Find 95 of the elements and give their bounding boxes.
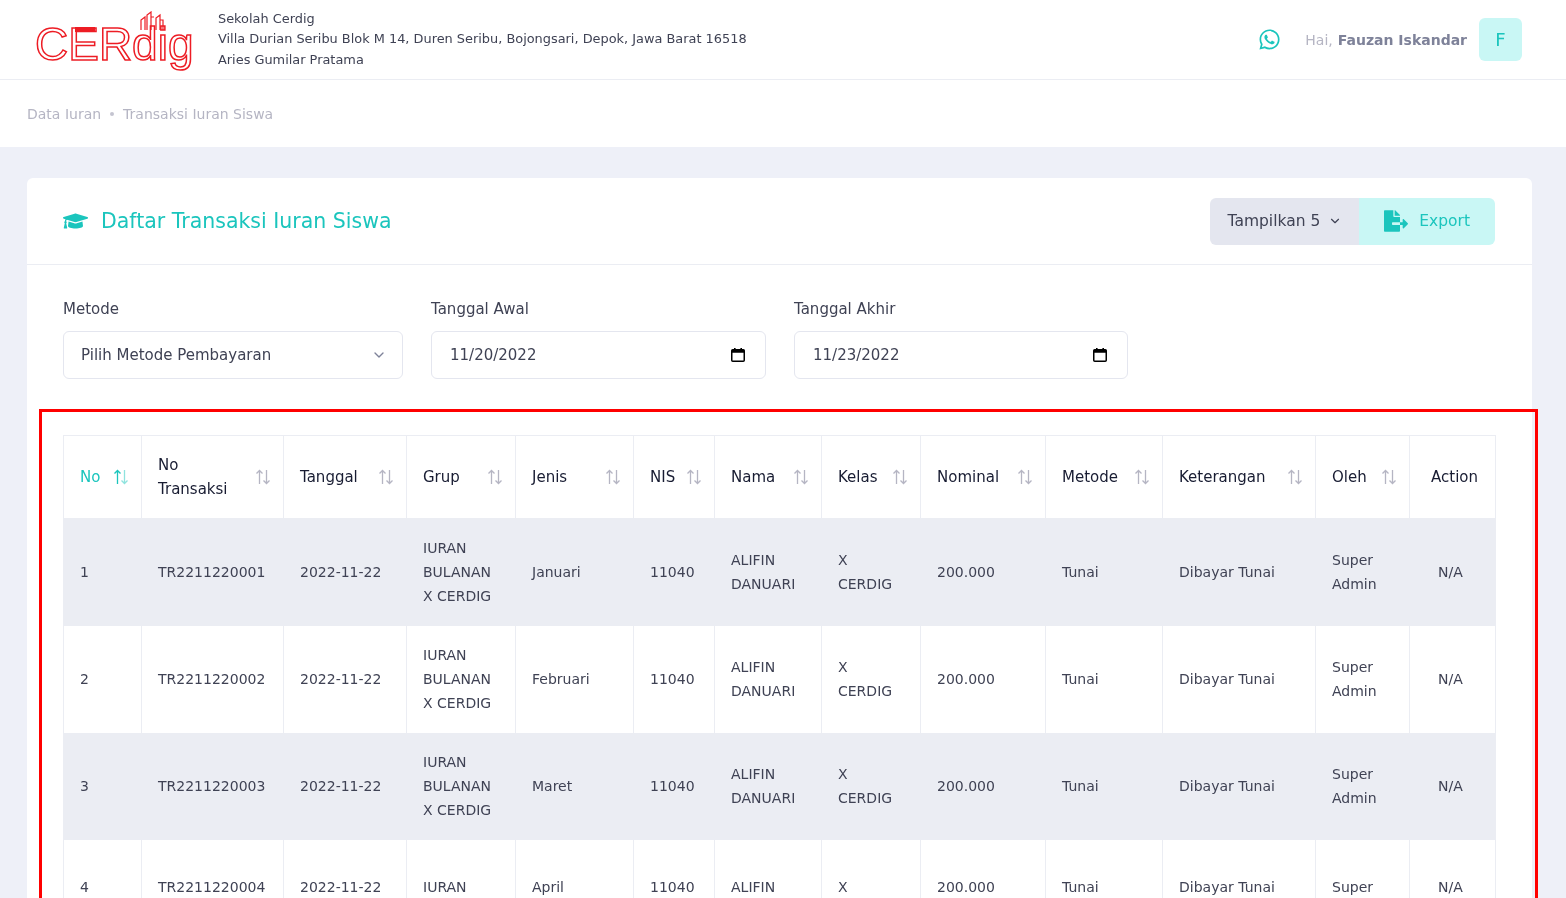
column-header[interactable]: NIS — [650, 465, 676, 489]
table-cell: N/A — [1409, 518, 1496, 626]
column-header[interactable]: Tanggal — [300, 465, 358, 489]
table-cell: 11040 — [633, 625, 715, 733]
page-size-button[interactable]: Tampilkan 5 — [1210, 197, 1360, 245]
column-header: Action — [1431, 467, 1478, 488]
column-header[interactable]: Metode — [1062, 465, 1118, 489]
table-cell: 2 — [63, 625, 142, 733]
sort-icon[interactable] — [1287, 469, 1303, 485]
column-header[interactable]: Nama — [731, 465, 776, 489]
calendar-icon[interactable] — [731, 348, 745, 362]
school-name: Sekolah Cerdig — [218, 9, 316, 28]
sort-icon[interactable] — [1017, 469, 1033, 485]
table-cell: 2022-11-22 — [283, 732, 407, 840]
table-cell: Tunai — [1045, 839, 1163, 898]
column-header[interactable]: Oleh — [1332, 465, 1367, 489]
table-cell: 200.000 — [920, 518, 1046, 626]
table-cell: Dibayar Tunai — [1162, 625, 1316, 733]
field-label: Metode — [63, 299, 120, 320]
table-cell: N/A — [1409, 839, 1496, 898]
table-cell: April — [515, 839, 634, 898]
table-cell: Super — [1315, 839, 1410, 898]
table-cell: 4 — [63, 839, 142, 898]
table-cell: Tunai — [1045, 625, 1163, 733]
sort-icon[interactable] — [487, 469, 503, 485]
sort-icon[interactable] — [378, 469, 394, 485]
table-cell: 1 — [63, 518, 142, 626]
table-cell: TR2211220004 — [141, 839, 284, 898]
column-header[interactable]: Grup — [423, 465, 460, 489]
sort-icon[interactable] — [255, 469, 271, 485]
sort-icon[interactable] — [113, 469, 129, 485]
table-cell: Dibayar Tunai — [1162, 732, 1316, 840]
sort-icon[interactable] — [793, 469, 809, 485]
table-cell: Tunai — [1045, 732, 1163, 840]
table-cell: 11040 — [633, 839, 715, 898]
sort-icon[interactable] — [686, 469, 702, 485]
table-cell: Dibayar Tunai — [1162, 518, 1316, 626]
chat-phone-icon[interactable] — [1258, 28, 1282, 51]
date-field[interactable]: 11/23/2022 — [794, 331, 1128, 379]
table-cell: IURAN — [406, 839, 516, 898]
table-cell: Februari — [515, 625, 634, 733]
table-cell: 11040 — [633, 518, 715, 626]
card-title: Daftar Transaksi Iuran Siswa — [101, 209, 392, 233]
column-header[interactable]: Kelas — [838, 465, 878, 489]
table-cell: X CERDIG — [821, 518, 921, 626]
table-cell: Januari — [515, 518, 634, 626]
column-header[interactable]: Jenis — [532, 465, 568, 489]
table-cell: ALIFIN DANUARI — [714, 518, 822, 626]
sort-icon[interactable] — [1134, 469, 1150, 485]
user-name: Fauzan Iskandar — [1337, 31, 1467, 48]
date-field[interactable]: 11/20/2022 — [431, 331, 766, 379]
table-cell: Tunai — [1045, 518, 1163, 626]
logo[interactable]: CERdig — [35, 10, 201, 69]
table-cell: X — [821, 839, 921, 898]
table-cell: ALIFIN — [714, 839, 822, 898]
table-cell: 200.000 — [920, 839, 1046, 898]
table-cell: 2022-11-22 — [283, 625, 407, 733]
principal-name: Aries Gumilar Pratama — [218, 50, 365, 69]
table-cell: N/A — [1409, 732, 1496, 840]
table-cell: X CERDIG — [821, 732, 921, 840]
sort-icon[interactable] — [1381, 469, 1397, 485]
field-label: Tanggal Akhir — [794, 299, 897, 320]
table-cell: Super Admin — [1315, 625, 1410, 733]
table-cell: 2022-11-22 — [283, 839, 407, 898]
table-cell: 2022-11-22 — [283, 518, 407, 626]
table-cell: 3 — [63, 732, 142, 840]
graduation-cap-icon — [63, 211, 88, 231]
table-cell: TR2211220002 — [141, 625, 284, 733]
table-cell: Super Admin — [1315, 518, 1410, 626]
greeting-text: Hai, — [1305, 31, 1333, 48]
field-label: Tanggal Awal — [431, 299, 530, 320]
table-cell: TR2211220001 — [141, 518, 284, 626]
bullet-icon — [110, 111, 115, 116]
table-cell: IURAN BULANAN X CERDIG — [406, 518, 516, 626]
sort-icon[interactable] — [605, 469, 621, 485]
table-cell: IURAN BULANAN X CERDIG — [406, 625, 516, 733]
method-select[interactable]: Pilih Metode Pembayaran — [63, 331, 403, 379]
table-cell: ALIFIN DANUARI — [714, 732, 822, 840]
school-address: Villa Durian Seribu Blok M 14, Duren Seribu, Bojongsari, Depok, Jawa Barat 16518 — [218, 30, 747, 49]
table-cell: Maret — [515, 732, 634, 840]
sort-icon[interactable] — [892, 469, 908, 485]
table-cell: 11040 — [633, 732, 715, 840]
calendar-icon[interactable] — [1093, 348, 1107, 362]
column-header[interactable]: Keterangan — [1179, 465, 1266, 489]
table-cell: Super Admin — [1315, 732, 1410, 840]
table-cell: X CERDIG — [821, 625, 921, 733]
column-header[interactable]: Nominal — [937, 465, 1000, 489]
table-cell: 200.000 — [920, 625, 1046, 733]
table-cell: N/A — [1409, 625, 1496, 733]
table-cell: TR2211220003 — [141, 732, 284, 840]
table-cell: IURAN BULANAN X CERDIG — [406, 732, 516, 840]
table-cell: ALIFIN DANUARI — [714, 625, 822, 733]
file-export-icon — [1384, 210, 1409, 232]
table-cell: 200.000 — [920, 732, 1046, 840]
table-cell: Dibayar Tunai — [1162, 839, 1316, 898]
